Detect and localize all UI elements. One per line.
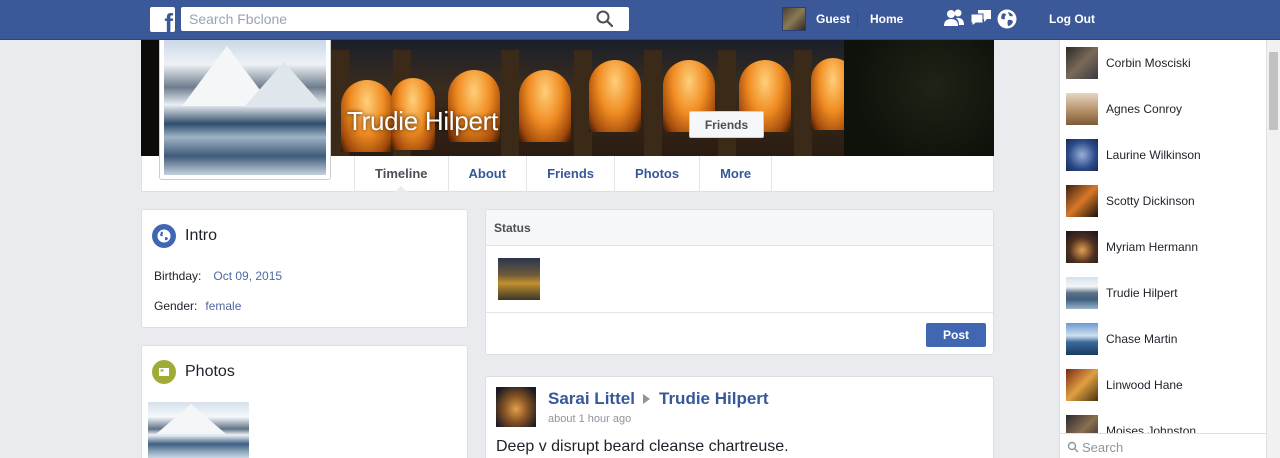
status-title: Status: [486, 210, 993, 246]
avatar: [1066, 277, 1098, 309]
scrollbar[interactable]: [1266, 40, 1280, 458]
contacts-sidebar: Corbin Mosciski Agnes Conroy Laurine Wil…: [1059, 40, 1266, 458]
gender-value[interactable]: female: [205, 299, 241, 313]
messages-icon[interactable]: [969, 8, 993, 33]
contact-name: Linwood Hane: [1106, 378, 1183, 392]
profile-tabs: Timeline About Friends Photos More: [354, 156, 773, 193]
gender-row: Gender: female: [154, 299, 241, 313]
guest-link[interactable]: Guest: [816, 12, 850, 26]
top-navigation-bar: f Guest Home Log Out: [0, 0, 1280, 40]
tab-photos[interactable]: Photos: [615, 156, 701, 192]
profile-picture[interactable]: [159, 40, 331, 180]
status-user-avatar: [498, 258, 540, 300]
notifications-globe-icon[interactable]: [996, 8, 1018, 35]
friends-button[interactable]: Friends: [689, 111, 764, 138]
nav-divider: [857, 12, 858, 28]
birthday-row: Birthday: Oct 09, 2015: [154, 269, 282, 283]
contact-item[interactable]: Myriam Hermann: [1066, 230, 1261, 264]
photo-thumbnail[interactable]: [148, 402, 249, 458]
contact-item[interactable]: Chase Martin: [1066, 322, 1261, 356]
contact-item[interactable]: Trudie Hilpert: [1066, 276, 1261, 310]
contact-name: Myriam Hermann: [1106, 240, 1199, 254]
post-card: Sarai Littel Trudie Hilpert about 1 hour…: [485, 376, 994, 458]
gender-label: Gender:: [154, 299, 198, 313]
avatar: [1066, 93, 1098, 125]
facebook-logo-icon[interactable]: f: [150, 7, 175, 32]
intro-title: Intro: [185, 227, 218, 244]
contacts-search: [1059, 433, 1266, 458]
arrow-right-icon: [643, 394, 650, 404]
post-text: Deep v disrupt beard cleanse chartreuse.: [496, 438, 789, 455]
avatar: [1066, 185, 1098, 217]
contacts-search-input[interactable]: [1082, 438, 1262, 456]
contact-item[interactable]: Linwood Hane: [1066, 368, 1261, 402]
guest-avatar[interactable]: [782, 7, 806, 31]
contact-item[interactable]: Agnes Conroy: [1066, 92, 1261, 126]
avatar: [1066, 369, 1098, 401]
logout-link[interactable]: Log Out: [1049, 12, 1095, 26]
avatar: [1066, 231, 1098, 263]
photo-icon: [152, 360, 176, 384]
scrollbar-thumb[interactable]: [1269, 52, 1278, 130]
post-author-link[interactable]: Sarai Littel: [548, 389, 635, 409]
tab-more[interactable]: More: [700, 156, 773, 192]
contact-name: Scotty Dickinson: [1106, 194, 1195, 208]
home-link[interactable]: Home: [870, 12, 903, 26]
contact-item[interactable]: Scotty Dickinson: [1066, 184, 1261, 218]
divider: [486, 312, 993, 313]
post-target-link[interactable]: Trudie Hilpert: [659, 389, 769, 409]
contact-item[interactable]: Laurine Wilkinson: [1066, 138, 1261, 172]
search-icon: [1067, 440, 1079, 458]
search-icon[interactable]: [594, 8, 616, 30]
tab-about[interactable]: About: [449, 156, 528, 192]
contact-name: Chase Martin: [1106, 332, 1178, 346]
contact-name: Agnes Conroy: [1106, 102, 1183, 116]
photos-card: Photos: [141, 345, 468, 458]
contact-item[interactable]: Corbin Mosciski: [1066, 46, 1261, 80]
avatar: [1066, 139, 1098, 171]
avatar: [1066, 47, 1098, 79]
tab-friends[interactable]: Friends: [527, 156, 616, 192]
avatar: [1066, 323, 1098, 355]
contact-name: Corbin Mosciski: [1106, 56, 1191, 70]
friend-requests-icon[interactable]: [943, 8, 965, 33]
search-input[interactable]: [181, 7, 629, 31]
post-timestamp[interactable]: about 1 hour ago: [548, 413, 631, 425]
post-author-avatar[interactable]: [496, 387, 536, 427]
birthday-value[interactable]: Oct 09, 2015: [213, 269, 282, 283]
status-card: Status Post: [485, 209, 994, 355]
contact-name: Laurine Wilkinson: [1106, 148, 1201, 162]
birthday-label: Birthday:: [154, 269, 202, 283]
photos-title: Photos: [185, 363, 235, 380]
globe-icon: [152, 224, 176, 248]
contact-name: Trudie Hilpert: [1106, 286, 1178, 300]
tab-timeline[interactable]: Timeline: [355, 156, 449, 193]
profile-name: Trudie Hilpert: [347, 106, 498, 136]
intro-card: Intro Birthday: Oct 09, 2015 Gender: femal…: [141, 209, 468, 328]
post-button[interactable]: Post: [926, 323, 986, 347]
